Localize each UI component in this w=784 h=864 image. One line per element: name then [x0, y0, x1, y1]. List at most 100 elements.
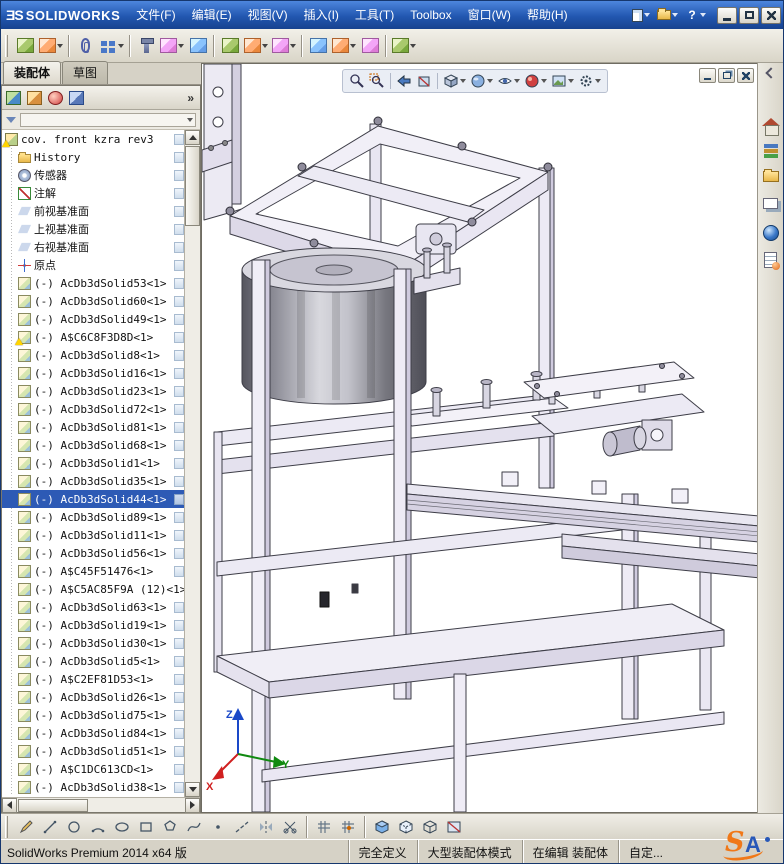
tab[interactable]: 草图 [62, 61, 109, 84]
new-motion-study-button[interactable] [306, 33, 330, 59]
tree-item[interactable]: (-) A$C1DC613CD<1> [2, 760, 186, 778]
minimize-document-button[interactable] [699, 68, 716, 83]
featuremanager-tree-icon[interactable] [6, 90, 21, 105]
tab[interactable]: 装配体 [3, 61, 62, 84]
help-button[interactable]: ? [683, 7, 708, 23]
tree-item[interactable]: (-) A$C6C8F3D8D<1> [2, 328, 186, 346]
snap-button[interactable] [337, 816, 359, 838]
scrollbar-thumb[interactable] [185, 146, 200, 226]
tree-item[interactable]: (-) AcDb3dSolid8<1> [2, 346, 186, 364]
tree-item[interactable]: 注解 [2, 184, 186, 202]
open-document-button[interactable] [655, 8, 680, 21]
tree-item[interactable]: (-) AcDb3dSolid75<1> [2, 706, 186, 724]
section-view-button[interactable] [415, 72, 433, 90]
tree-item[interactable]: (-) AcDb3dSolid51<1> [2, 742, 186, 760]
tree-item[interactable]: History [2, 148, 186, 166]
view-orientation-button[interactable] [442, 72, 467, 90]
new-document-button[interactable] [630, 8, 652, 23]
arc-tool-button[interactable] [87, 816, 109, 838]
maximize-button[interactable] [739, 6, 759, 24]
tree-item[interactable]: 原点 [2, 256, 186, 274]
tree-item[interactable]: (-) AcDb3dSolid5<1> [2, 652, 186, 670]
sketch-button[interactable] [15, 816, 37, 838]
scroll-up-button[interactable] [185, 130, 200, 145]
tree-item[interactable]: (-) AcDb3dSolid23<1> [2, 382, 186, 400]
tree-item[interactable]: cov. front kzra rev3 [2, 130, 186, 148]
tree-item[interactable]: (-) AcDb3dSolid89<1> [2, 508, 186, 526]
header-overflow-chevron[interactable]: » [187, 91, 196, 105]
tree-item[interactable]: (-) AcDb3dSolid68<1> [2, 436, 186, 454]
tree-item[interactable]: 上视基准面 [2, 220, 186, 238]
view-palette-button[interactable] [761, 198, 781, 218]
toolbar-grip[interactable] [5, 34, 8, 57]
tree-item[interactable]: (-) A$C5AC85F9A (12)<1> [2, 580, 186, 598]
tree-item[interactable]: (-) AcDb3dSolid56<1> [2, 544, 186, 562]
menu-item[interactable]: 帮助(H) [519, 1, 576, 29]
previous-view-button[interactable] [395, 72, 413, 90]
show-hidden-components-button[interactable] [218, 33, 242, 59]
restore-document-button[interactable] [718, 68, 735, 83]
tree-item[interactable]: (-) AcDb3dSolid60<1> [2, 292, 186, 310]
trim-entities-button[interactable] [279, 816, 301, 838]
smart-fasteners-button[interactable] [134, 33, 158, 59]
move-component-button[interactable] [158, 33, 186, 59]
hide-show-items-button[interactable] [496, 72, 521, 90]
appearances-scenes-button[interactable] [761, 225, 781, 245]
instant3d-button[interactable] [390, 33, 418, 59]
tree-item[interactable]: (-) AcDb3dSolid53<1> [2, 274, 186, 292]
hidden-lines-visible-button[interactable] [395, 816, 417, 838]
shaded-with-edges-button[interactable] [371, 816, 393, 838]
scroll-left-button[interactable] [2, 797, 17, 813]
tree-item[interactable]: (-) AcDb3dSolid81<1> [2, 418, 186, 436]
zoom-to-area-button[interactable] [368, 72, 386, 90]
rectangle-tool-button[interactable] [135, 816, 157, 838]
grid-button[interactable] [313, 816, 335, 838]
ellipse-tool-button[interactable] [111, 816, 133, 838]
tree-horizontal-scrollbar[interactable] [2, 797, 200, 813]
tree-item[interactable]: (-) AcDb3dSolid30<1> [2, 634, 186, 652]
propertymanager-icon[interactable] [27, 90, 42, 105]
tree-item[interactable]: (-) AcDb3dSolid19<1> [2, 616, 186, 634]
scroll-down-button[interactable] [185, 782, 200, 797]
design-library-button[interactable] [761, 144, 781, 164]
linear-component-pattern-button[interactable] [97, 33, 126, 59]
solidworks-resources-button[interactable] [761, 117, 781, 137]
wireframe-button[interactable] [419, 816, 441, 838]
menu-item[interactable]: 编辑(E) [184, 1, 240, 29]
close-document-button[interactable] [737, 68, 754, 83]
scrollbar-thumb[interactable] [18, 798, 88, 812]
mirror-entities-button[interactable] [255, 816, 277, 838]
tree-item[interactable]: (-) AcDb3dSolid38<1> [2, 778, 186, 796]
tree-item[interactable]: (-) A$C2EF81D53<1> [2, 670, 186, 688]
tree-item[interactable]: (-) AcDb3dSolid11<1> [2, 526, 186, 544]
tree-item[interactable]: (-) AcDb3dSolid72<1> [2, 400, 186, 418]
tree-item[interactable]: (-) A$C45F51476<1> [2, 562, 186, 580]
view-settings-button[interactable] [577, 72, 602, 90]
tree-item[interactable]: (-) AcDb3dSolid84<1> [2, 724, 186, 742]
tree-item[interactable]: 传感器 [2, 166, 186, 184]
filter-field[interactable] [20, 112, 196, 127]
menu-item[interactable]: 工具(T) [347, 1, 402, 29]
menu-item[interactable]: 视图(V) [240, 1, 296, 29]
rotate-component-button[interactable] [186, 33, 210, 59]
reference-geometry-button[interactable] [270, 33, 298, 59]
collapse-chevron-icon[interactable] [764, 67, 777, 79]
close-button[interactable] [761, 6, 781, 24]
tree-item[interactable]: (-) AcDb3dSolid63<1> [2, 598, 186, 616]
line-tool-button[interactable] [39, 816, 61, 838]
zoom-to-fit-button[interactable] [348, 72, 366, 90]
file-explorer-button[interactable] [761, 169, 781, 191]
toolbar-grip[interactable] [5, 815, 8, 838]
exploded-view-button[interactable] [330, 33, 358, 59]
tree-item[interactable]: 右视基准面 [2, 238, 186, 256]
circle-tool-button[interactable] [63, 816, 85, 838]
scroll-right-button[interactable] [185, 797, 200, 813]
tree-vertical-scrollbar[interactable] [184, 130, 200, 797]
insert-components-button[interactable] [37, 33, 65, 59]
apply-scene-button[interactable] [550, 72, 575, 90]
tree-item[interactable]: (-) AcDb3dSolid1<1> [2, 454, 186, 472]
custom-properties-button[interactable] [761, 252, 781, 272]
menu-item[interactable]: Toolbox [402, 1, 459, 29]
graphics-viewport[interactable]: Z X Y [201, 63, 759, 813]
tree-item[interactable]: (-) AcDb3dSolid16<1> [2, 364, 186, 382]
